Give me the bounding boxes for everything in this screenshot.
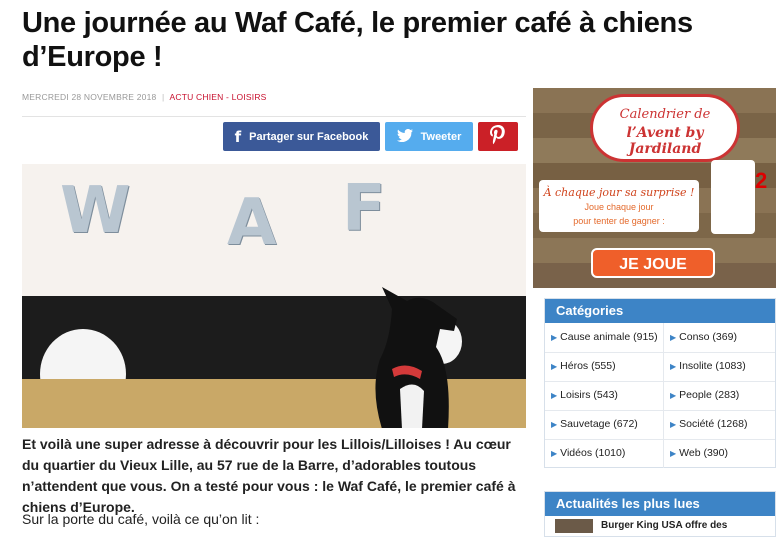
arrow-right-icon: ▶ [551,449,558,458]
popular-news-link[interactable]: Burger King USA offre des [601,520,727,531]
category-link[interactable]: ▶ Web (390) [670,447,728,459]
article-title-line2: d’Europe ! [22,41,163,73]
category-label: Société (1268) [679,418,748,430]
ad-sub2: pour tenter de gagner : [573,216,665,226]
category-label: Vidéos (1010) [560,447,626,459]
twitter-icon [396,128,413,146]
category-divider [545,439,775,440]
category-divider [545,410,775,411]
category-link[interactable]: ▶ People (283) [670,389,739,401]
article-hero-image: W A F [22,164,526,428]
popular-news-title: Actualités les plus lues [545,492,775,516]
category-link[interactable]: ▶ Conso (369) [670,331,737,343]
article-date: MERCREDI 28 NOVEMBRE 2018 [22,92,157,102]
arrow-right-icon: ▶ [670,420,677,429]
article-paragraph: Sur la porte du café, voilà ce qu’on lit… [22,511,260,527]
category-link[interactable]: ▶ Héros (555) [551,360,616,372]
popular-news-thumbnail[interactable] [555,519,593,533]
category-link[interactable]: ▶ Vidéos (1010) [551,447,625,459]
advent-calendar-ad[interactable]: Calendrier de l’Avent by Jardiland À cha… [533,88,776,288]
category-label: Héros (555) [560,360,616,372]
category-link[interactable]: ▶ Loisirs (543) [551,389,618,401]
share-twitter-label: Tweeter [420,130,462,143]
category-link[interactable]: ▶ Cause animale (915) [551,331,658,343]
arrow-right-icon: ▶ [670,362,677,371]
categories-column-divider [663,323,664,468]
article-intro: Et voilà une super adresse à découvrir p… [22,436,516,515]
article-meta: MERCREDI 28 NOVEMBRE 2018 | ACTU CHIEN -… [22,92,267,102]
arrow-right-icon: ▶ [551,391,558,400]
ad-badge-line2: l’Avent by Jardiland [626,125,704,157]
categories-title: Catégories [545,299,775,323]
facebook-icon: f [234,127,242,146]
arrow-right-icon: ▶ [551,420,558,429]
ad-tagline: À chaque jour sa surprise ! [543,186,695,199]
category-label: Loisirs (543) [560,389,618,401]
article-category-link[interactable]: ACTU CHIEN - LOISIRS [170,92,267,102]
category-link[interactable]: ▶ Société (1268) [670,418,747,430]
share-pinterest-button[interactable] [478,122,518,151]
share-facebook-button[interactable]: f Partager sur Facebook [223,122,380,151]
ad-cat-picture [711,160,755,234]
category-divider [545,381,775,382]
popular-news-widget: Actualités les plus lues Burger King USA… [544,491,776,537]
ad-day-number: 2 [755,168,768,193]
category-label: Sauvetage (672) [560,418,638,430]
category-link[interactable]: ▶ Insolite (1083) [670,360,746,372]
category-divider [545,352,775,353]
meta-divider [22,116,526,117]
arrow-right-icon: ▶ [670,333,677,342]
category-label: Insolite (1083) [679,360,746,372]
category-link[interactable]: ▶ Sauvetage (672) [551,418,638,430]
ad-badge-line1: Calendrier de [619,107,711,122]
ad-panel: À chaque jour sa surprise ! Joue chaque … [539,180,699,232]
category-label: Web (390) [679,447,728,459]
dog-silhouette [375,287,457,428]
ad-sub1: Joue chaque jour [584,202,654,212]
balloon-letter-w: W [60,174,131,248]
category-label: Cause animale (915) [560,331,658,343]
pinterest-icon [489,125,507,148]
share-facebook-label: Partager sur Facebook [249,130,369,143]
balloon-letter-f: F [342,172,386,246]
arrow-right-icon: ▶ [551,362,558,371]
category-label: Conso (369) [679,331,737,343]
share-twitter-button[interactable]: Tweeter [385,122,473,151]
article-title: Une journée au Waf Café, le premier café… [22,6,742,74]
categories-widget: Catégories ▶ Cause animale (915) ▶ Conso (… [544,298,776,468]
ad-badge: Calendrier de l’Avent by Jardiland [590,94,740,162]
arrow-right-icon: ▶ [551,333,558,342]
ad-play-button[interactable]: JE JOUE [591,248,715,278]
category-label: People (283) [679,389,740,401]
arrow-right-icon: ▶ [670,391,677,400]
article-title-line1: Une journée au Waf Café, le premier café… [22,7,693,39]
balloon-letter-a: A [227,186,277,260]
arrow-right-icon: ▶ [670,449,677,458]
meta-separator: | [162,92,165,102]
